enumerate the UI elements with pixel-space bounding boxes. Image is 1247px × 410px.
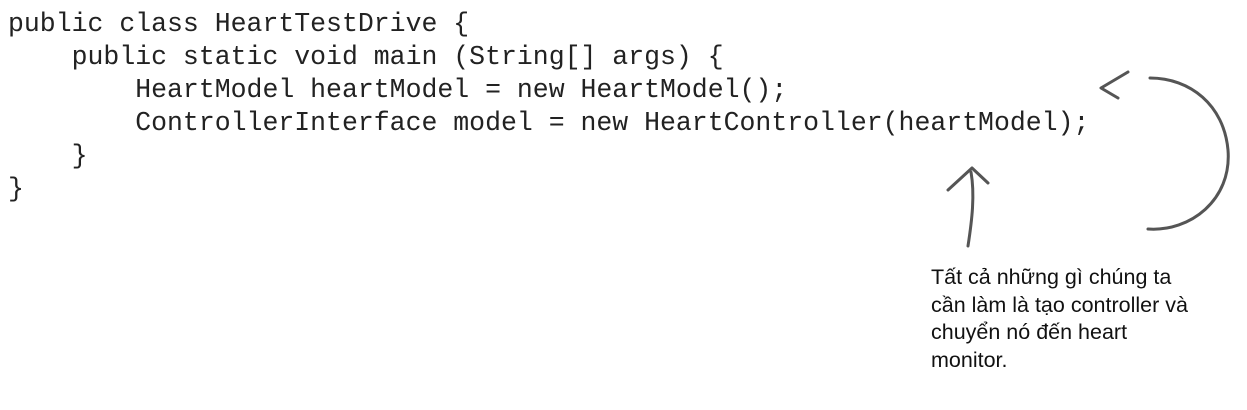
annotation-line: cần làm là tạo controller và: [931, 292, 1188, 317]
up-arrow-icon: [966, 170, 975, 248]
annotation-line: chuyển nó đến heart: [931, 320, 1128, 344]
curved-arrow-icon: [1146, 76, 1230, 231]
annotation-line: Tất cả những gì chúng ta: [931, 265, 1172, 289]
curved-arrowhead-icon: [1099, 70, 1130, 100]
up-arrowhead-icon: [946, 166, 990, 192]
annotation-note: Tất cả những gì chúng ta cần làm là tạo …: [931, 264, 1231, 374]
annotation-line: monitor.: [931, 347, 1008, 372]
